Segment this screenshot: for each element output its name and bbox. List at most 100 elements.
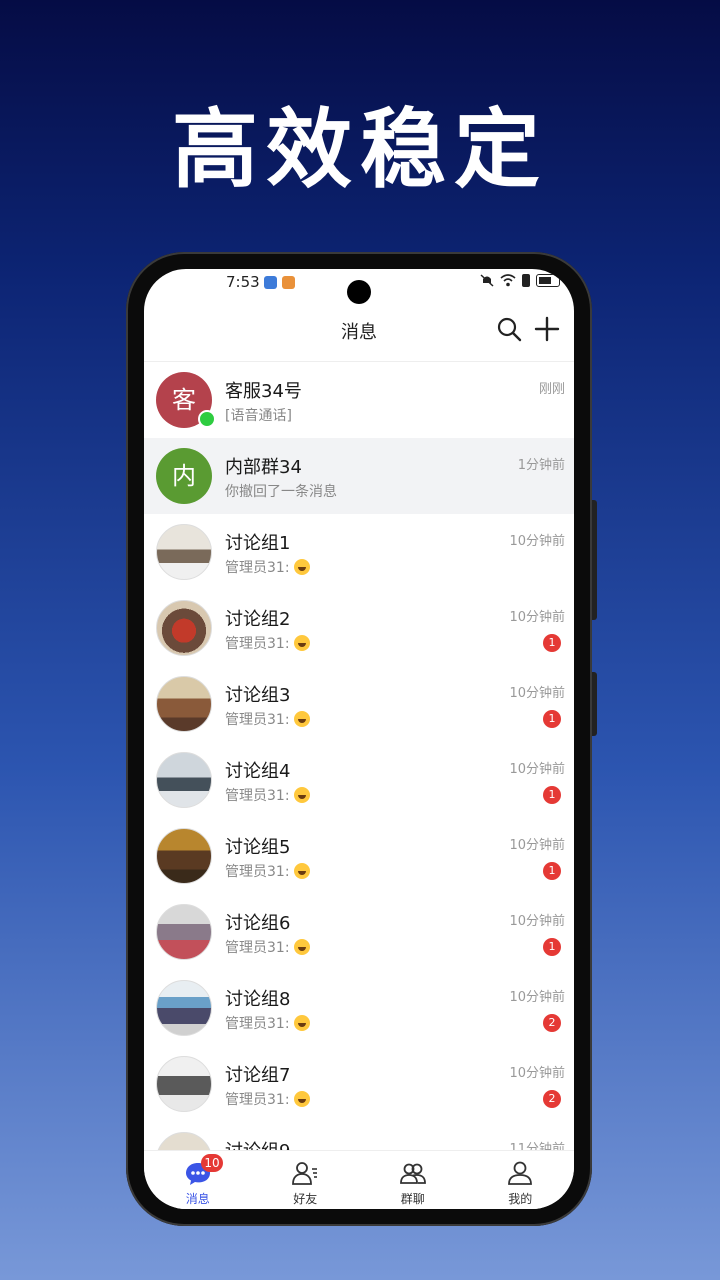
- conversation-time: 10分钟前: [509, 610, 565, 625]
- battery-icon: [536, 274, 560, 287]
- preview-sender: 管理员31:: [225, 788, 290, 804]
- tab-unread-badge: 10: [201, 1154, 223, 1172]
- grinning-emoji-icon: [293, 939, 310, 955]
- conversation-time: 10分钟前: [509, 914, 565, 929]
- conversation-time: 10分钟前: [509, 534, 565, 549]
- app-notification-icon: [264, 276, 277, 289]
- wifi-icon: [500, 274, 516, 287]
- conversation-name: 讨论组4: [225, 761, 291, 782]
- conversation-name: 讨论组8: [225, 989, 291, 1010]
- conversation-name: 讨论组3: [225, 685, 291, 706]
- tab-me[interactable]: 我的: [467, 1151, 575, 1209]
- tab-groups[interactable]: 群聊: [359, 1151, 467, 1209]
- conversation-preview: 管理员31:: [225, 1013, 310, 1033]
- tab-label: 好友: [293, 1192, 318, 1206]
- conversation-name: 内部群34: [225, 457, 302, 478]
- conversation-preview: 管理员31:: [225, 709, 310, 729]
- group-photo-avatar: [156, 524, 212, 580]
- conversation-preview: 管理员31:: [225, 1089, 310, 1109]
- conversation-row[interactable]: 内 内部群34 你撤回了一条消息 1分钟前: [144, 438, 574, 514]
- unread-badge: 1: [543, 938, 561, 956]
- conversation-row[interactable]: 讨论组9 11分钟前: [144, 1122, 574, 1152]
- bottom-tab-bar: 10 消息 好友 群聊 我的: [144, 1150, 574, 1209]
- conversation-name: 讨论组1: [225, 533, 291, 554]
- preview-sender: 管理员31:: [225, 1092, 290, 1108]
- conversation-row[interactable]: 讨论组6 管理员31: 10分钟前 1: [144, 894, 574, 970]
- grinning-emoji-icon: [293, 711, 310, 727]
- tab-label: 群聊: [400, 1192, 425, 1206]
- conversation-name: 讨论组6: [225, 913, 291, 934]
- conversation-preview: 你撤回了一条消息: [225, 484, 337, 500]
- unread-badge: 2: [543, 1014, 561, 1032]
- conversation-time: 10分钟前: [509, 990, 565, 1005]
- tab-messages[interactable]: 10 消息: [144, 1151, 252, 1209]
- grinning-emoji-icon: [293, 635, 310, 651]
- group-icon: [399, 1163, 426, 1184]
- tab-label: 我的: [508, 1192, 533, 1206]
- group-photo-avatar: [156, 752, 212, 808]
- preview-sender: 管理员31:: [225, 712, 290, 728]
- grinning-emoji-icon: [293, 863, 310, 879]
- conversation-row[interactable]: 讨论组1 管理员31: 10分钟前: [144, 514, 574, 590]
- search-icon[interactable]: [496, 316, 522, 342]
- plus-icon[interactable]: [534, 316, 560, 342]
- conversation-row[interactable]: 讨论组5 管理员31: 10分钟前 1: [144, 818, 574, 894]
- unread-badge: 1: [543, 786, 561, 804]
- tab-label: 消息: [185, 1192, 210, 1206]
- grinning-emoji-icon: [293, 787, 310, 803]
- group-photo-avatar: [156, 980, 212, 1036]
- unread-badge: 2: [543, 1090, 561, 1108]
- preview-sender: 管理员31:: [225, 864, 290, 880]
- preview-sender: 管理员31:: [225, 560, 290, 576]
- status-icons: [480, 273, 560, 288]
- preview-sender: 管理员31:: [225, 940, 290, 956]
- grinning-emoji-icon: [293, 1091, 310, 1107]
- group-photo-avatar: [156, 904, 212, 960]
- unread-badge: 1: [543, 634, 561, 652]
- conversation-preview: [语音通话]: [225, 408, 292, 424]
- online-status-dot: [198, 410, 216, 428]
- conversation-time: 10分钟前: [509, 686, 565, 701]
- top-navbar: 消息: [144, 299, 574, 362]
- conversation-row[interactable]: 讨论组2 管理员31: 10分钟前 1: [144, 590, 574, 666]
- unread-badge: 1: [543, 862, 561, 880]
- conversation-name: 客服34号: [225, 381, 302, 402]
- conversation-name: 讨论组5: [225, 837, 291, 858]
- conversation-preview: 管理员31:: [225, 861, 310, 881]
- group-photo-avatar: [156, 1132, 212, 1152]
- conversation-row[interactable]: 讨论组8 管理员31: 10分钟前 2: [144, 970, 574, 1046]
- conversation-row[interactable]: 讨论组7 管理员31: 10分钟前 2: [144, 1046, 574, 1122]
- conversation-preview: 管理员31:: [225, 633, 310, 653]
- promo-headline: 高效稳定: [172, 100, 548, 200]
- conversation-row[interactable]: 客 客服34号 [语音通话] 刚刚: [144, 362, 574, 438]
- volume-button: [592, 500, 597, 620]
- conversation-name: 讨论组2: [225, 609, 291, 630]
- conversation-row[interactable]: 讨论组3 管理员31: 10分钟前 1: [144, 666, 574, 742]
- status-time: 7:53: [226, 273, 260, 291]
- avatar: 内: [156, 448, 212, 504]
- power-button: [592, 672, 597, 736]
- phone-frame: 7:53 消息 客 客服34号 [语音通话] 刚刚 内 内部群34 你撤回了一条…: [126, 252, 597, 1226]
- conversation-preview: 管理员31:: [225, 937, 310, 957]
- conversation-time: 10分钟前: [509, 838, 565, 853]
- signal-icon: [521, 274, 530, 287]
- conversation-preview: 管理员31:: [225, 785, 310, 805]
- conversation-row[interactable]: 讨论组4 管理员31: 10分钟前 1: [144, 742, 574, 818]
- profile-icon: [508, 1161, 533, 1185]
- conversation-preview: 管理员31:: [225, 557, 310, 577]
- conversation-list[interactable]: 客 客服34号 [语音通话] 刚刚 内 内部群34 你撤回了一条消息 1分钟前 …: [144, 362, 574, 1152]
- conversation-time: 10分钟前: [509, 1066, 565, 1081]
- tab-friends[interactable]: 好友: [252, 1151, 360, 1209]
- message-notification-icon: [282, 276, 295, 289]
- group-photo-avatar: [156, 676, 212, 732]
- contacts-icon: [292, 1162, 318, 1185]
- status-bar: 7:53: [144, 269, 574, 304]
- group-photo-avatar: [156, 600, 212, 656]
- grinning-emoji-icon: [293, 1015, 310, 1031]
- grinning-emoji-icon: [293, 559, 310, 575]
- conversation-time: 10分钟前: [509, 762, 565, 777]
- conversation-time: 1分钟前: [517, 458, 565, 473]
- preview-sender: 管理员31:: [225, 636, 290, 652]
- unread-badge: 1: [543, 710, 561, 728]
- mute-icon: [480, 274, 494, 287]
